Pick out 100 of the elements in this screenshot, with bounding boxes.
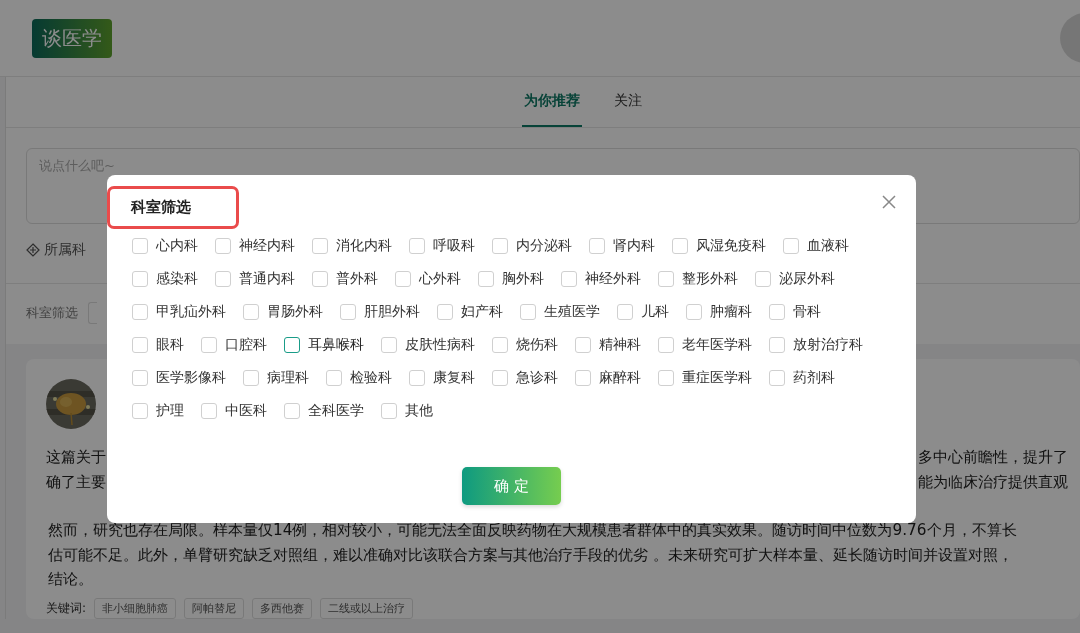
- checkbox-label[interactable]: 护理: [156, 402, 184, 420]
- checkbox-label[interactable]: 胸外科: [502, 270, 544, 288]
- checkbox-label[interactable]: 泌尿外科: [779, 270, 835, 288]
- checkbox-label[interactable]: 风湿免疫科: [696, 237, 766, 255]
- checkbox[interactable]: [132, 271, 148, 287]
- checkbox[interactable]: [783, 238, 799, 254]
- checkbox-label[interactable]: 肝胆外科: [364, 303, 420, 321]
- checkbox[interactable]: [243, 370, 259, 386]
- checkbox[interactable]: [132, 370, 148, 386]
- post-text: 能为临床治疗提供直观: [917, 471, 1068, 493]
- checkbox-label[interactable]: 肿瘤科: [710, 303, 752, 321]
- keyword-tag[interactable]: 二线或以上治疗: [320, 597, 414, 619]
- checkbox[interactable]: [312, 238, 328, 254]
- checkbox-label[interactable]: 消化内科: [336, 237, 392, 255]
- checkbox[interactable]: [589, 238, 605, 254]
- checkbox-label[interactable]: 皮肤性病科: [405, 336, 475, 354]
- checkbox-label[interactable]: 康复科: [433, 369, 475, 387]
- checkbox-label[interactable]: 药剂科: [793, 369, 835, 387]
- keyword-tag[interactable]: 阿帕替尼: [184, 597, 245, 619]
- checkbox-label[interactable]: 肾内科: [613, 237, 655, 255]
- checkbox-label[interactable]: 骨科: [793, 303, 821, 321]
- post-text: 确了主要: [46, 471, 106, 493]
- checkbox[interactable]: [755, 271, 771, 287]
- checkbox-label[interactable]: 甲乳疝外科: [156, 303, 226, 321]
- checkbox[interactable]: [340, 304, 356, 320]
- checkbox-label[interactable]: 精神科: [599, 336, 641, 354]
- checkbox[interactable]: [132, 337, 148, 353]
- checkbox[interactable]: [492, 337, 508, 353]
- checkbox[interactable]: [658, 370, 674, 386]
- checkbox-label[interactable]: 心外科: [419, 270, 461, 288]
- checkbox[interactable]: [575, 337, 591, 353]
- checkbox-label[interactable]: 心内科: [156, 237, 198, 255]
- checkbox[interactable]: [437, 304, 453, 320]
- checkbox-label[interactable]: 重症医学科: [682, 369, 752, 387]
- checkbox[interactable]: [243, 304, 259, 320]
- checkbox[interactable]: [312, 271, 328, 287]
- checkbox-label[interactable]: 普通内科: [239, 270, 295, 288]
- checkbox-label[interactable]: 耳鼻喉科: [308, 336, 364, 354]
- checkbox-label[interactable]: 急诊科: [516, 369, 558, 387]
- checkbox[interactable]: [409, 370, 425, 386]
- checkbox-label[interactable]: 妇产科: [461, 303, 503, 321]
- checkbox-label[interactable]: 血液科: [807, 237, 849, 255]
- checkbox[interactable]: [395, 271, 411, 287]
- checkbox[interactable]: [132, 403, 148, 419]
- checkbox-label[interactable]: 整形外科: [682, 270, 738, 288]
- diamond-plus-icon: [26, 243, 40, 257]
- checkbox[interactable]: [769, 337, 785, 353]
- checkbox-label[interactable]: 神经外科: [585, 270, 641, 288]
- checkbox[interactable]: [672, 238, 688, 254]
- checkbox[interactable]: [658, 337, 674, 353]
- checkbox[interactable]: [478, 271, 494, 287]
- checkbox-label[interactable]: 医学影像科: [156, 369, 226, 387]
- checkbox[interactable]: [201, 403, 217, 419]
- checkbox[interactable]: [409, 238, 425, 254]
- checkbox[interactable]: [215, 238, 231, 254]
- checkbox-label[interactable]: 老年医学科: [682, 336, 752, 354]
- checkbox-label[interactable]: 眼科: [156, 336, 184, 354]
- checkbox[interactable]: [326, 370, 342, 386]
- checkbox-label[interactable]: 口腔科: [225, 336, 267, 354]
- checkbox[interactable]: [575, 370, 591, 386]
- checkbox[interactable]: [381, 337, 397, 353]
- keyword-tag[interactable]: 多西他赛: [252, 597, 313, 619]
- checkbox[interactable]: [381, 403, 397, 419]
- checkbox[interactable]: [492, 238, 508, 254]
- checkbox[interactable]: [284, 337, 300, 353]
- checkbox-label[interactable]: 生殖医学: [544, 303, 600, 321]
- checkbox[interactable]: [769, 304, 785, 320]
- checkbox-label[interactable]: 神经内科: [239, 237, 295, 255]
- checkbox-label[interactable]: 内分泌科: [516, 237, 572, 255]
- checkbox-label[interactable]: 烧伤科: [516, 336, 558, 354]
- checkbox-label[interactable]: 呼吸科: [433, 237, 475, 255]
- checkbox-label[interactable]: 全科医学: [308, 402, 364, 420]
- checkbox[interactable]: [769, 370, 785, 386]
- checkbox[interactable]: [132, 304, 148, 320]
- keyword-tag[interactable]: 非小细胞肺癌: [94, 597, 177, 619]
- checkbox[interactable]: [284, 403, 300, 419]
- checkbox[interactable]: [132, 238, 148, 254]
- checkbox[interactable]: [215, 271, 231, 287]
- department-label[interactable]: 所属科: [44, 241, 86, 259]
- checkbox-label[interactable]: 其他: [405, 402, 433, 420]
- checkbox-label[interactable]: 放射治疗科: [793, 336, 863, 354]
- dialog-title: 科室筛选: [107, 185, 239, 229]
- checkbox-label[interactable]: 检验科: [350, 369, 392, 387]
- checkbox-label[interactable]: 普外科: [336, 270, 378, 288]
- checkbox-label[interactable]: 麻醉科: [599, 369, 641, 387]
- checkbox[interactable]: [617, 304, 633, 320]
- checkbox[interactable]: [561, 271, 577, 287]
- checkbox-label[interactable]: 中医科: [225, 402, 267, 420]
- filter-label: 科室筛选: [26, 304, 78, 322]
- checkbox-label[interactable]: 感染科: [156, 270, 198, 288]
- checkbox[interactable]: [201, 337, 217, 353]
- checkbox-label[interactable]: 胃肠外科: [267, 303, 323, 321]
- close-icon[interactable]: [882, 195, 896, 209]
- tab[interactable]: 关注: [612, 77, 644, 127]
- checkbox[interactable]: [520, 304, 536, 320]
- checkbox-label[interactable]: 儿科: [641, 303, 669, 321]
- checkbox[interactable]: [686, 304, 702, 320]
- checkbox[interactable]: [492, 370, 508, 386]
- checkbox-label[interactable]: 病理科: [267, 369, 309, 387]
- checkbox[interactable]: [658, 271, 674, 287]
